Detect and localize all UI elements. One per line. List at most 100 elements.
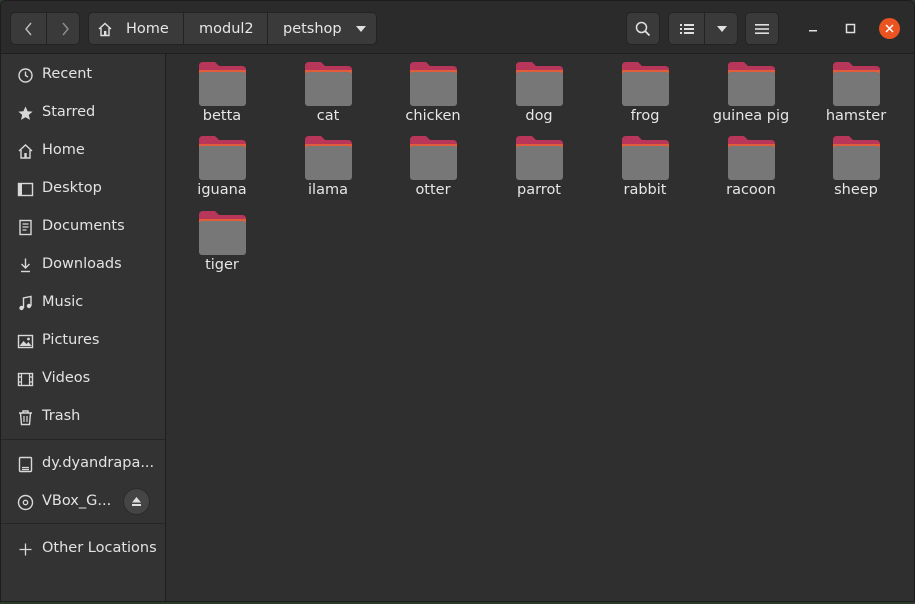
sidebar-item-label: Starred bbox=[42, 104, 96, 120]
folder-item[interactable]: otter bbox=[383, 128, 483, 200]
sidebar-item-other-locations[interactable]: Other Locations bbox=[1, 531, 165, 567]
plus-icon bbox=[19, 543, 32, 556]
music-icon bbox=[19, 295, 32, 311]
sidebar-item-label: dy.dyandrapa... bbox=[42, 455, 155, 471]
crumb-modul2[interactable]: modul2 bbox=[184, 13, 267, 44]
caret-down-icon bbox=[356, 26, 366, 32]
list-view-button[interactable] bbox=[669, 13, 704, 44]
home-icon bbox=[98, 22, 112, 37]
sidebar-item-pictures[interactable]: Pictures bbox=[1, 323, 165, 359]
nav-buttons bbox=[10, 12, 80, 45]
folder-item[interactable]: tiger bbox=[172, 203, 272, 275]
view-options-button[interactable] bbox=[705, 13, 738, 44]
file-view: betta cat chicken dog frog guinea pig ha… bbox=[166, 54, 914, 601]
maximize-button[interactable] bbox=[840, 18, 860, 38]
folder-item[interactable]: rabbit bbox=[595, 128, 695, 200]
crumb-label: Home bbox=[126, 20, 169, 37]
sidebar-item-label: Home bbox=[42, 142, 85, 158]
document-icon bbox=[19, 219, 32, 236]
folder-icon bbox=[622, 62, 669, 106]
sidebar-item-label: Other Locations bbox=[42, 540, 157, 556]
view-buttons bbox=[668, 12, 738, 45]
sidebar-divider bbox=[1, 523, 165, 524]
home-icon bbox=[18, 144, 33, 159]
eject-icon bbox=[132, 497, 141, 506]
folder-icon bbox=[622, 136, 669, 180]
folder-icon bbox=[516, 62, 563, 106]
search-button[interactable] bbox=[626, 12, 660, 45]
maximize-icon bbox=[845, 23, 855, 33]
folder-icon bbox=[305, 62, 352, 106]
star-icon bbox=[18, 106, 33, 120]
chevron-right-icon bbox=[61, 22, 69, 35]
folder-name: parrot bbox=[517, 182, 561, 198]
close-icon bbox=[885, 24, 894, 33]
folder-name: chicken bbox=[405, 108, 461, 124]
crumb-label: modul2 bbox=[199, 20, 254, 37]
forward-button[interactable] bbox=[47, 13, 82, 44]
crumb-home[interactable]: Home bbox=[89, 13, 183, 44]
minimize-button[interactable] bbox=[803, 18, 823, 38]
folder-item[interactable]: dog bbox=[489, 54, 589, 126]
sidebar-item-downloads[interactable]: Downloads bbox=[1, 247, 165, 283]
folder-name: frog bbox=[630, 108, 660, 124]
sidebar-item-label: Trash bbox=[42, 408, 81, 424]
header-bar: Home modul2 petshop bbox=[1, 1, 914, 54]
crumb-label: petshop bbox=[283, 20, 342, 37]
folder-icon bbox=[728, 136, 775, 180]
back-button[interactable] bbox=[11, 13, 46, 44]
folder-name: otter bbox=[415, 182, 451, 198]
sidebar-item-label: VBox_G... bbox=[42, 493, 112, 509]
chevron-left-icon bbox=[24, 22, 32, 35]
sidebar-item-documents[interactable]: Documents bbox=[1, 209, 165, 245]
eject-button[interactable] bbox=[123, 488, 150, 515]
folder-name: sheep bbox=[834, 182, 878, 198]
folder-name: tiger bbox=[205, 257, 239, 273]
folder-item[interactable]: racoon bbox=[701, 128, 801, 200]
folder-name: hamster bbox=[825, 108, 887, 124]
folder-item[interactable]: sheep bbox=[806, 128, 906, 200]
minimize-icon bbox=[809, 30, 817, 32]
folder-name: racoon bbox=[726, 182, 776, 198]
crumb-petshop[interactable]: petshop bbox=[268, 13, 377, 44]
close-button[interactable] bbox=[879, 18, 900, 39]
folder-icon bbox=[728, 62, 775, 106]
folder-item[interactable]: hamster bbox=[806, 54, 906, 126]
folder-item[interactable]: ilama bbox=[278, 128, 378, 200]
folder-name: betta bbox=[202, 108, 242, 124]
sidebar-device-network-drive[interactable]: dy.dyandrapa... bbox=[1, 446, 165, 482]
sidebar-item-music[interactable]: Music bbox=[1, 285, 165, 321]
folder-name: iguana bbox=[197, 182, 247, 198]
folder-icon bbox=[516, 136, 563, 180]
folder-icon bbox=[199, 62, 246, 106]
folder-item[interactable]: parrot bbox=[489, 128, 589, 200]
folder-item[interactable]: guinea pig bbox=[701, 54, 801, 126]
sidebar-item-videos[interactable]: Videos bbox=[1, 361, 165, 397]
sidebar-item-label: Pictures bbox=[42, 332, 100, 348]
search-icon bbox=[635, 21, 651, 36]
sidebar-divider bbox=[1, 439, 165, 440]
folder-item[interactable]: frog bbox=[595, 54, 695, 126]
sidebar-item-home[interactable]: Home bbox=[1, 133, 165, 169]
sidebar-item-label: Music bbox=[42, 294, 84, 310]
sidebar-item-label: Recent bbox=[42, 66, 93, 82]
trash-icon bbox=[19, 410, 32, 426]
sidebar-item-trash[interactable]: Trash bbox=[1, 399, 165, 435]
folder-item[interactable]: iguana bbox=[172, 128, 272, 200]
sidebar-item-starred[interactable]: Starred bbox=[1, 95, 165, 131]
folder-item[interactable]: betta bbox=[172, 54, 272, 126]
folder-item[interactable]: cat bbox=[278, 54, 378, 126]
folder-icon bbox=[833, 136, 880, 180]
sidebar-item-desktop[interactable]: Desktop bbox=[1, 171, 165, 207]
sidebar-item-label: Videos bbox=[42, 370, 91, 386]
sidebar-item-recent[interactable]: Recent bbox=[1, 57, 165, 93]
folder-item[interactable]: chicken bbox=[383, 54, 483, 126]
download-icon bbox=[21, 258, 30, 273]
folder-icon bbox=[410, 62, 457, 106]
folder-icon bbox=[199, 136, 246, 180]
main-menu-button[interactable] bbox=[745, 12, 779, 45]
folder-icon bbox=[410, 136, 457, 180]
desktop-icon bbox=[17, 182, 34, 197]
sidebar-device-vbox[interactable]: VBox_G... bbox=[1, 484, 165, 520]
folder-name: dog bbox=[525, 108, 553, 124]
